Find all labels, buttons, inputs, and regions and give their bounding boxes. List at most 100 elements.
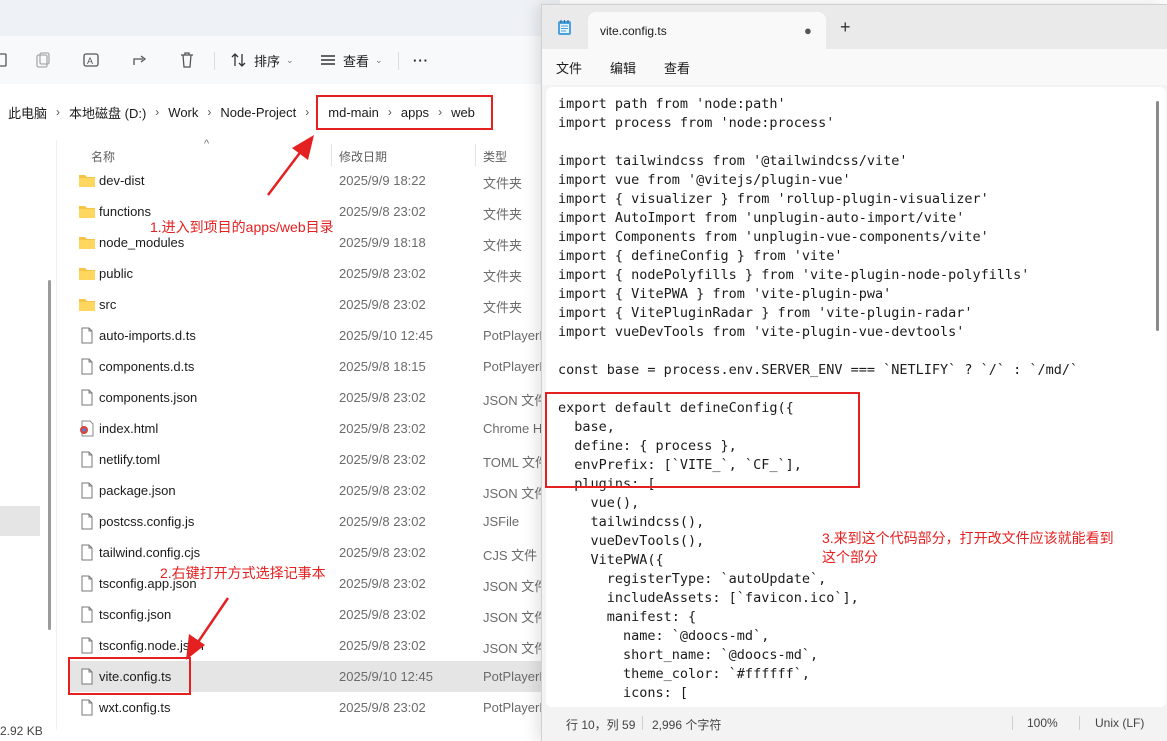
- file-date: 2025/9/8 23:02: [339, 607, 426, 622]
- file-date: 2025/9/8 23:02: [339, 514, 426, 529]
- file-type: JSON 文件: [483, 393, 548, 408]
- file-type: 文件夹: [483, 300, 523, 315]
- zoom-level[interactable]: 100%: [1027, 716, 1058, 730]
- annotation-step3-line2: 这个部分: [822, 549, 878, 565]
- file-name: public: [99, 266, 133, 281]
- sort-button[interactable]: 排序 ⌄: [230, 46, 294, 74]
- code-line: import Components from 'unplugin-vue-com…: [558, 229, 989, 245]
- column-divider[interactable]: [475, 144, 476, 166]
- file-row[interactable]: postcss.config.js 2025/9/8 23:02 JSFile: [70, 506, 560, 537]
- file-type: Chrome H: [483, 421, 543, 436]
- file-date: 2025/9/8 23:02: [339, 700, 426, 715]
- file-row[interactable]: components.d.ts 2025/9/8 18:15 PotPlayerM: [70, 351, 560, 382]
- file-date: 2025/9/8 23:02: [339, 545, 426, 560]
- file-row[interactable]: wxt.config.ts 2025/9/8 23:02 PotPlayerM: [70, 692, 560, 723]
- status-divider: [642, 716, 643, 730]
- code-line: tailwindcss(),: [558, 514, 705, 530]
- file-name: tsconfig.json: [99, 607, 172, 622]
- file-type: JSON 文件: [483, 579, 548, 594]
- file-row[interactable]: tsconfig.json 2025/9/8 23:02 JSON 文件: [70, 599, 560, 630]
- annotation-step2: 2.右键打开方式选择记事本: [160, 565, 326, 581]
- file-type: 文件夹: [483, 238, 523, 253]
- chevron-right-icon: ›: [155, 105, 160, 119]
- file-type: JSON 文件: [483, 610, 548, 625]
- navigation-scrollbar[interactable]: [48, 280, 51, 630]
- code-line: registerType: `autoUpdate`,: [558, 571, 827, 587]
- file-date: 2025/9/8 23:02: [339, 297, 426, 312]
- file-row[interactable]: components.json 2025/9/8 23:02 JSON 文件: [70, 382, 560, 413]
- line-ending[interactable]: Unix (LF): [1095, 716, 1144, 730]
- file-name: tsconfig.node.json: [99, 638, 204, 653]
- notepad-menu-bar: 文件 编辑 查看: [542, 49, 1167, 85]
- file-date: 2025/9/8 23:02: [339, 452, 426, 467]
- notepad-tab-vite-config[interactable]: vite.config.ts ●: [588, 12, 826, 49]
- code-line: const base = process.env.SERVER_ENV === …: [558, 362, 1079, 378]
- code-line: import path from 'node:path': [558, 96, 786, 112]
- file-name: index.html: [99, 421, 159, 436]
- new-tab-button[interactable]: +: [840, 18, 851, 36]
- view-button[interactable]: 查看 ⌄: [319, 46, 383, 74]
- file-icon: [81, 389, 93, 406]
- file-row[interactable]: public 2025/9/8 23:02 文件夹: [70, 258, 560, 289]
- menu-file[interactable]: 文件: [556, 58, 582, 77]
- file-icon: [81, 327, 93, 344]
- chevron-down-icon: ⌄: [286, 54, 294, 65]
- file-icon: [81, 699, 93, 716]
- column-type-header[interactable]: 类型: [483, 148, 507, 165]
- sort-icon: [231, 53, 246, 67]
- status-divider: [1079, 716, 1080, 730]
- delete-icon[interactable]: [179, 46, 195, 74]
- breadcrumb-node-project[interactable]: Node-Project: [220, 105, 296, 120]
- folder-icon: [79, 237, 95, 249]
- breadcrumb-this-pc[interactable]: 此电脑: [8, 103, 47, 122]
- notepad-scrollbar[interactable]: [1156, 101, 1159, 331]
- file-name: components.d.ts: [99, 359, 195, 374]
- menu-view[interactable]: 查看: [664, 58, 690, 77]
- folder-icon: [79, 206, 95, 218]
- column-date-header[interactable]: 修改日期: [339, 148, 387, 165]
- share-icon[interactable]: [131, 46, 149, 74]
- chrome-icon: [80, 420, 94, 437]
- file-row[interactable]: package.json 2025/9/8 23:02 JSON 文件: [70, 475, 560, 506]
- folder-icon: [79, 299, 95, 311]
- code-line: vueDevTools(),: [558, 533, 705, 549]
- svg-text:A: A: [87, 56, 93, 66]
- file-name: components.json: [99, 390, 198, 405]
- file-date: 2025/9/8 23:02: [339, 638, 426, 653]
- file-type: 文件夹: [483, 176, 523, 191]
- code-line: import tailwindcss from '@tailwindcss/vi…: [558, 153, 908, 169]
- file-row[interactable]: dev-dist 2025/9/9 18:22 文件夹: [70, 165, 560, 196]
- cut-icon[interactable]: [0, 46, 8, 74]
- notepad-window: vite.config.ts ● + 文件 编辑 查看 import path …: [541, 4, 1167, 741]
- file-row[interactable]: index.html 2025/9/8 23:02 Chrome H: [70, 413, 560, 444]
- file-date: 2025/9/8 23:02: [339, 576, 426, 591]
- file-icon: [81, 451, 93, 468]
- file-row[interactable]: src 2025/9/8 23:02 文件夹: [70, 289, 560, 320]
- view-icon: [321, 55, 335, 65]
- file-icon: [81, 482, 93, 499]
- notepad-tab-title: vite.config.ts: [600, 24, 667, 38]
- unsaved-dot-icon[interactable]: ●: [804, 23, 812, 38]
- file-icon: [81, 358, 93, 375]
- explorer-top-band: [0, 0, 560, 36]
- navigation-pane-selected-item[interactable]: [0, 506, 40, 536]
- file-name: src: [99, 297, 117, 312]
- menu-edit[interactable]: 编辑: [610, 58, 636, 77]
- file-date: 2025/9/9 18:22: [339, 173, 426, 188]
- file-type: CJS 文件: [483, 548, 538, 563]
- column-divider[interactable]: [331, 144, 332, 166]
- column-name-header[interactable]: 名称: [91, 148, 115, 165]
- file-row[interactable]: auto-imports.d.ts 2025/9/10 12:45 PotPlaye…: [70, 320, 560, 351]
- breadcrumb-drive-d[interactable]: 本地磁盘 (D:): [69, 103, 146, 122]
- copy-icon[interactable]: [34, 46, 52, 74]
- file-icon: [81, 544, 93, 561]
- file-name: tailwind.config.cjs: [99, 545, 201, 560]
- rename-icon[interactable]: A: [82, 46, 100, 74]
- file-row[interactable]: netlify.toml 2025/9/8 23:02 TOML 文件: [70, 444, 560, 475]
- selected-file-highlight-box: [68, 657, 191, 695]
- file-name: node_modules: [99, 235, 185, 250]
- notepad-tab-bar: vite.config.ts ● +: [542, 5, 1167, 49]
- file-type: JSFile: [483, 514, 520, 529]
- more-options-button[interactable]: ···: [413, 46, 429, 74]
- breadcrumb-work[interactable]: Work: [168, 105, 198, 120]
